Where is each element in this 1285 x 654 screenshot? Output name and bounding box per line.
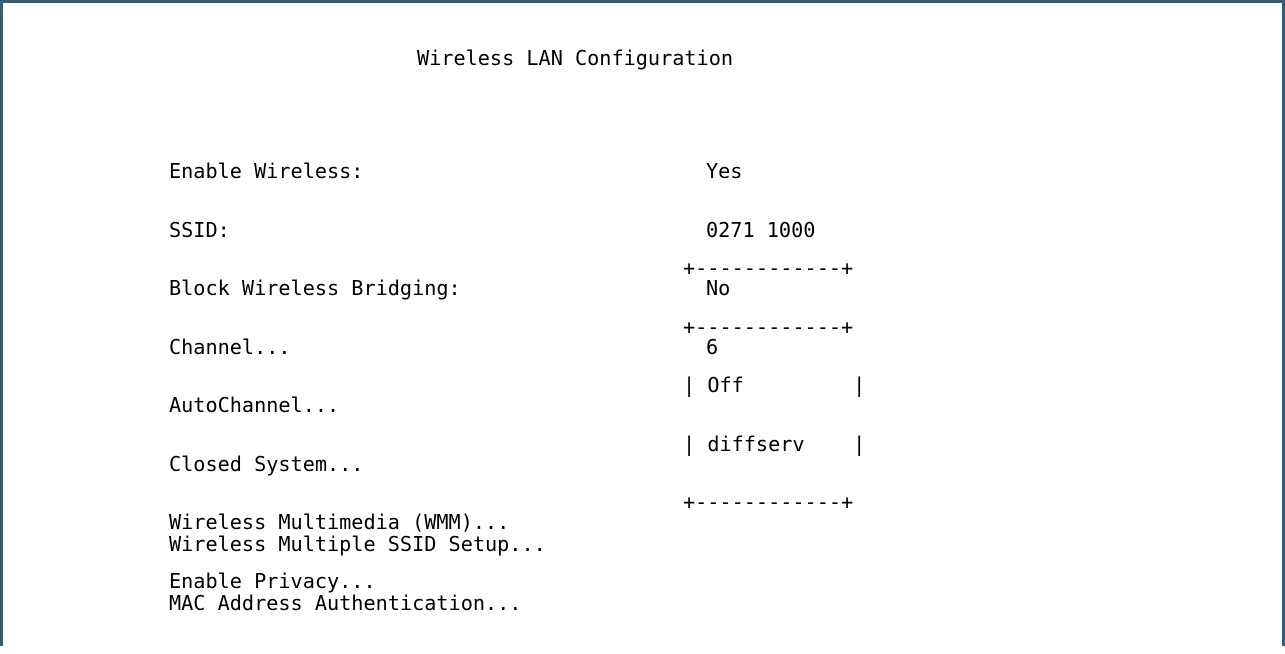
popup-border-top: +------------+ (683, 256, 854, 280)
menu-item-autochannel[interactable]: AutoChannel... (169, 395, 509, 416)
popup-border-separator: +------------+ (683, 314, 854, 339)
menu-item-block-wireless-bridging[interactable]: Block Wireless Bridging: (169, 278, 509, 299)
popup-side-left: | (683, 431, 696, 456)
popup-option-diffserv[interactable]: diffserv (707, 432, 804, 456)
menu-item-ssid[interactable]: SSID: (169, 220, 509, 241)
popup-border-bottom: +------------+ (683, 490, 854, 514)
menu-item-channel[interactable]: Channel... (169, 337, 509, 358)
menu-item-closed-system[interactable]: Closed System... (169, 454, 509, 475)
wmm-dropdown-popup: +------------+ +------------+ | Off | | … (683, 220, 865, 552)
value-enable-wireless[interactable]: Yes (706, 161, 815, 182)
page-title: Wireless LAN Configuration (417, 46, 734, 70)
terminal-window: Wireless LAN Configuration Enable Wirele… (0, 0, 1285, 646)
menu-item-multiple-ssid-setup[interactable]: Wireless Multiple SSID Setup... (169, 534, 546, 555)
popup-side-right: | (853, 431, 866, 456)
menu-item-mac-address-authentication[interactable]: MAC Address Authentication... (169, 593, 546, 614)
popup-option-row: | diffserv | (683, 431, 866, 456)
popup-option-off[interactable]: Off (707, 373, 743, 397)
popup-option-row: | Off | (683, 373, 866, 397)
menu-item-enable-wireless[interactable]: Enable Wireless: (169, 161, 509, 182)
popup-side-right: | (853, 373, 866, 397)
popup-side-left: | (683, 373, 696, 397)
bottom-links: Wireless Multiple SSID Setup... MAC Addr… (169, 496, 546, 652)
